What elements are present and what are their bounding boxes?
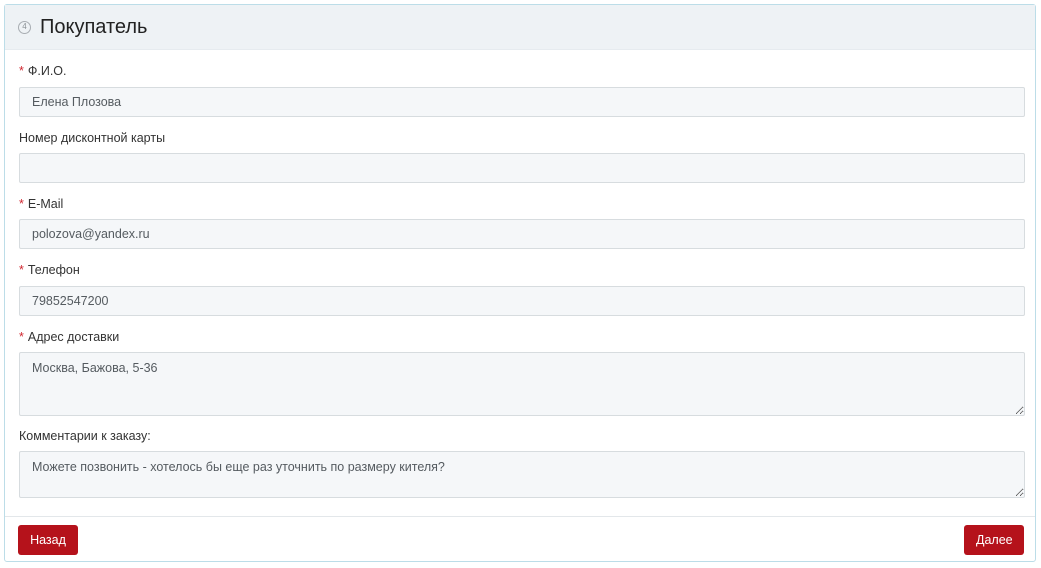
phone-label: * Телефон: [19, 263, 80, 277]
phone-input[interactable]: [19, 286, 1025, 316]
page-title: Покупатель: [40, 15, 148, 38]
fio-input[interactable]: [19, 87, 1025, 117]
required-marker: *: [19, 64, 24, 78]
panel-header: 4 Покупатель: [5, 5, 1035, 50]
next-button[interactable]: Далее: [964, 525, 1024, 555]
email-input[interactable]: [19, 219, 1025, 249]
required-marker: *: [19, 263, 24, 277]
comment-textarea[interactable]: [19, 451, 1025, 498]
buyer-panel: 4 Покупатель *Ф.И.О. Номер дисконтной ка…: [4, 4, 1036, 562]
step-number-icon: 4: [18, 20, 31, 34]
comment-label: Комментарии к заказу:: [19, 429, 151, 443]
panel-footer: Назад Далее: [5, 516, 1035, 563]
address-textarea[interactable]: [19, 352, 1025, 416]
back-button[interactable]: Назад: [18, 525, 78, 555]
required-marker: *: [19, 197, 24, 211]
fio-label: * Ф.И.О.: [19, 64, 67, 78]
address-label: * Адрес доставки: [19, 330, 120, 344]
required-marker: *: [19, 330, 24, 344]
card-label: Номер дисконтной карты: [19, 131, 166, 145]
email-label: * E-Mail: [19, 197, 64, 211]
discount-card-input[interactable]: [19, 153, 1025, 183]
